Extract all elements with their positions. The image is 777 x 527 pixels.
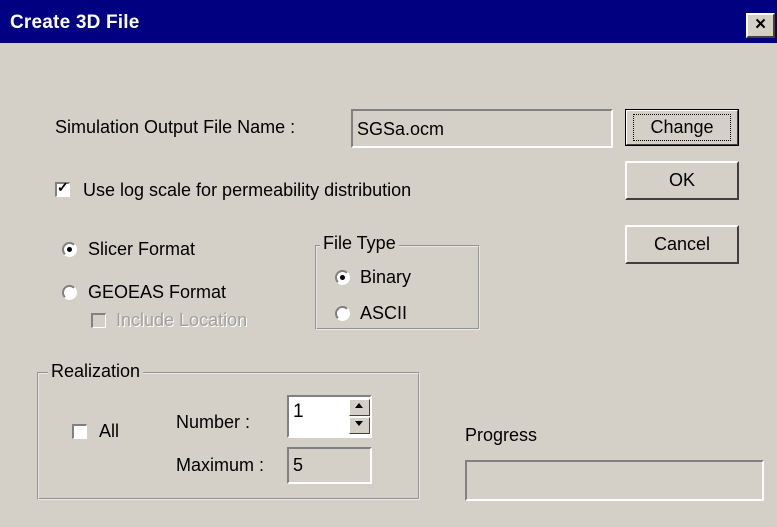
binary-label: Binary	[360, 267, 412, 287]
maximum-value: 5	[293, 455, 304, 475]
cancel-button-label: Cancel	[653, 234, 711, 254]
spin-down-button[interactable]	[349, 417, 370, 434]
radio-selected-dot	[340, 275, 345, 280]
ascii-label: ASCII	[360, 303, 408, 323]
change-button[interactable]: Change	[625, 109, 739, 146]
window-title: Create 3D File	[10, 12, 140, 33]
output-file-label: Simulation Output File Name :	[55, 117, 296, 137]
number-input[interactable]: 1	[287, 395, 372, 438]
slicer-format-radio[interactable]	[62, 242, 77, 257]
file-type-title: File Type	[320, 233, 399, 254]
output-file-value: SGSa.ocm	[357, 119, 445, 139]
include-location-label: Include Location	[116, 310, 248, 330]
maximum-field: 5	[287, 447, 372, 484]
progress-bar	[465, 460, 764, 501]
ok-button-label: OK	[668, 170, 695, 190]
number-label: Number :	[176, 412, 251, 432]
arrow-up-icon	[355, 403, 363, 408]
maximum-label: Maximum :	[176, 455, 265, 475]
realization-title: Realization	[48, 361, 144, 382]
log-scale-checkbox[interactable]: ✓	[55, 179, 70, 197]
output-file-field: SGSa.ocm	[351, 109, 613, 148]
cancel-button[interactable]: Cancel	[625, 225, 739, 264]
slicer-format-label: Slicer Format	[88, 239, 196, 259]
number-value: 1	[293, 401, 304, 422]
title-bar[interactable]: Create 3D File ×	[0, 0, 777, 43]
binary-radio[interactable]	[335, 270, 350, 285]
all-checkbox[interactable]	[72, 424, 87, 439]
close-icon: ×	[754, 14, 767, 35]
geoeas-format-label: GEOEAS Format	[88, 282, 227, 302]
geoeas-format-radio[interactable]	[62, 285, 77, 300]
check-icon: ✓	[57, 179, 69, 195]
radio-selected-dot	[67, 247, 72, 252]
progress-label: Progress	[465, 425, 538, 445]
change-button-label: Change	[650, 117, 714, 137]
close-button[interactable]: ×	[746, 13, 775, 38]
ok-button[interactable]: OK	[625, 161, 739, 200]
spin-up-button[interactable]	[349, 399, 370, 416]
ascii-radio[interactable]	[335, 306, 350, 321]
log-scale-label: Use log scale for permeability distribut…	[83, 180, 412, 200]
include-location-checkbox[interactable]	[91, 313, 106, 328]
arrow-down-icon	[355, 421, 363, 426]
create-3d-file-dialog: Create 3D File × Simulation Output File …	[0, 0, 777, 527]
all-label: All	[99, 421, 120, 441]
